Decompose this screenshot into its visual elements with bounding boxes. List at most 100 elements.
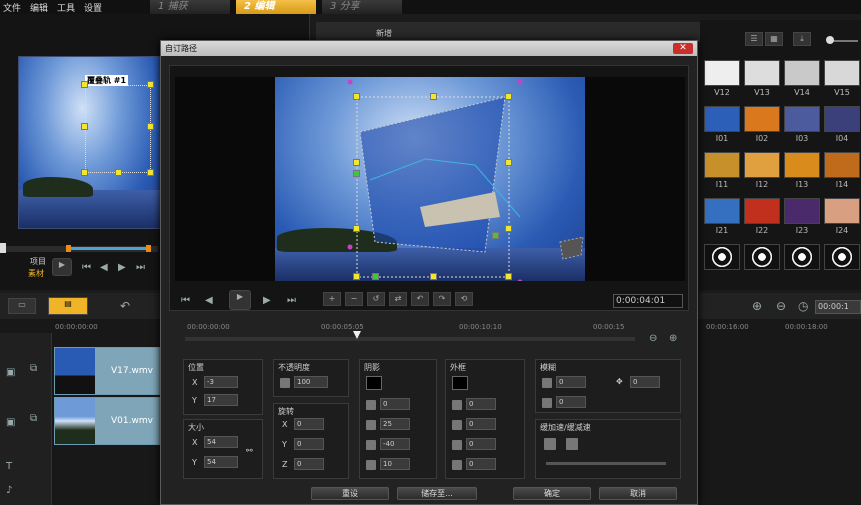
resize-handle[interactable] xyxy=(353,225,360,232)
resize-handle[interactable] xyxy=(81,81,88,88)
library-thumbnail[interactable] xyxy=(784,60,820,86)
timeline-timecode[interactable]: 00:00:1 xyxy=(815,300,861,314)
corner-handle[interactable] xyxy=(492,232,499,239)
position-x-input[interactable]: -3 xyxy=(204,376,238,388)
resize-handle[interactable] xyxy=(430,93,437,100)
menu-edit[interactable]: 编辑 xyxy=(30,1,48,14)
overlay-track-icon[interactable]: ▣ xyxy=(6,417,15,428)
playhead[interactable] xyxy=(353,331,361,339)
library-thumbnail[interactable] xyxy=(704,106,740,132)
resize-handle[interactable] xyxy=(353,159,360,166)
add-label[interactable]: 新增 xyxy=(376,28,392,39)
clip-label[interactable]: 素材 xyxy=(28,268,44,279)
blur-x-input[interactable]: 0 xyxy=(556,376,586,388)
ease-out-icon[interactable] xyxy=(566,438,578,450)
home-icon[interactable]: ⏮ xyxy=(181,295,190,306)
rotation-x-input[interactable]: 0 xyxy=(294,418,324,430)
shadow-opacity-input[interactable]: 0 xyxy=(380,398,410,410)
list-view-icon[interactable]: ☰ xyxy=(745,32,763,46)
reset-button[interactable]: 重设 xyxy=(311,487,389,500)
timeline-view-button[interactable]: ▤ xyxy=(48,297,88,315)
track-settings-icon[interactable]: ⧉ xyxy=(30,363,37,374)
library-thumbnail[interactable] xyxy=(824,106,860,132)
shadow-distance-input[interactable]: 10 xyxy=(380,458,410,470)
menu-file[interactable]: 文件 xyxy=(3,1,21,14)
size-y-input[interactable]: 54 xyxy=(204,456,238,468)
border-width-input[interactable]: 0 xyxy=(466,418,496,430)
blur-y-input[interactable]: 0 xyxy=(630,376,660,388)
home-icon[interactable]: ⏮ xyxy=(82,262,91,273)
library-thumbnail[interactable] xyxy=(744,60,780,86)
play-button[interactable]: ▶ xyxy=(52,258,72,276)
position-y-input[interactable]: 17 xyxy=(204,394,238,406)
shadow-color-swatch[interactable] xyxy=(366,376,382,390)
ease-in-icon[interactable] xyxy=(544,438,556,450)
save-to-button[interactable]: 储存至... xyxy=(397,487,477,500)
blur-amount-input[interactable]: 0 xyxy=(556,396,586,408)
easing-slider[interactable] xyxy=(546,462,666,465)
library-thumbnail[interactable] xyxy=(784,152,820,178)
library-thumbnail[interactable] xyxy=(784,106,820,132)
shadow-blur-input[interactable]: 25 xyxy=(380,418,410,430)
preview-scrubber[interactable] xyxy=(0,243,158,253)
resize-handle[interactable] xyxy=(147,81,154,88)
import-icon[interactable]: ⤓ xyxy=(793,32,811,46)
prev-frame-icon[interactable]: ◀ xyxy=(205,295,213,306)
menu-settings[interactable]: 设置 xyxy=(84,1,102,14)
audio-thumbnail[interactable] xyxy=(744,244,780,270)
audio-thumbnail[interactable] xyxy=(824,244,860,270)
library-thumbnail[interactable] xyxy=(744,152,780,178)
keyframe-track[interactable] xyxy=(185,331,635,341)
size-x-input[interactable]: 54 xyxy=(204,436,238,448)
scrubber-handle[interactable] xyxy=(0,243,6,253)
fit-project-icon[interactable]: ⊖ xyxy=(776,299,786,313)
zoom-out-icon[interactable]: ⊖ xyxy=(649,333,657,344)
library-thumbnail[interactable] xyxy=(704,60,740,86)
corner-handle[interactable] xyxy=(353,170,360,177)
remove-keyframe-icon[interactable]: − xyxy=(345,292,363,306)
audio-thumbnail[interactable] xyxy=(784,244,820,270)
shadow-angle-input[interactable]: -40 xyxy=(380,438,410,450)
library-thumbnail[interactable] xyxy=(744,106,780,132)
video-image[interactable] xyxy=(275,77,585,281)
resize-handle[interactable] xyxy=(147,123,154,130)
border-opacity-input[interactable]: 0 xyxy=(466,398,496,410)
clip-v17[interactable]: V17.wmv xyxy=(54,347,160,395)
thumb-size-handle[interactable] xyxy=(826,36,834,44)
resize-handle[interactable] xyxy=(147,169,154,176)
end-icon[interactable]: ⏭ xyxy=(287,295,296,306)
resize-handle[interactable] xyxy=(430,273,437,280)
trim-marker-end[interactable] xyxy=(146,245,151,252)
border-softness-input[interactable]: 0 xyxy=(466,458,496,470)
rotation-z-input[interactable]: 0 xyxy=(294,458,324,470)
play-button[interactable]: ▶ xyxy=(229,290,251,310)
library-thumbnail[interactable] xyxy=(704,198,740,224)
library-thumbnail[interactable] xyxy=(744,198,780,224)
zoom-in-icon[interactable]: ⊕ xyxy=(752,299,762,313)
title-track-icon[interactable]: T xyxy=(6,461,12,472)
reverse-icon[interactable]: ⇄ xyxy=(389,292,407,306)
cancel-button[interactable]: 取消 xyxy=(599,487,677,500)
resize-handle[interactable] xyxy=(505,159,512,166)
ok-button[interactable]: 确定 xyxy=(513,487,591,500)
overlay-bounding-box[interactable] xyxy=(85,85,151,173)
resize-handle[interactable] xyxy=(115,169,122,176)
step-edit-tab[interactable]: 2 编辑 xyxy=(236,0,316,14)
step-capture-tab[interactable]: 1 捕获 xyxy=(150,0,230,14)
border-blur-input[interactable]: 0 xyxy=(466,438,496,450)
resize-handle[interactable] xyxy=(81,123,88,130)
rotation-y-input[interactable]: 0 xyxy=(294,438,324,450)
library-thumbnail[interactable] xyxy=(704,152,740,178)
audio-thumbnail[interactable] xyxy=(704,244,740,270)
project-label[interactable]: 项目 xyxy=(30,256,46,267)
corner-handle[interactable] xyxy=(372,273,379,280)
opacity-input[interactable]: 100 xyxy=(294,376,328,388)
resize-handle[interactable] xyxy=(505,93,512,100)
track-settings-icon[interactable]: ⧉ xyxy=(30,413,37,424)
music-track-icon[interactable]: ♪ xyxy=(6,485,12,496)
add-keyframe-icon[interactable]: + xyxy=(323,292,341,306)
library-thumbnail[interactable] xyxy=(784,198,820,224)
zoom-in-icon[interactable]: ⊕ xyxy=(669,333,677,344)
library-thumbnail[interactable] xyxy=(824,60,860,86)
border-color-swatch[interactable] xyxy=(452,376,468,390)
